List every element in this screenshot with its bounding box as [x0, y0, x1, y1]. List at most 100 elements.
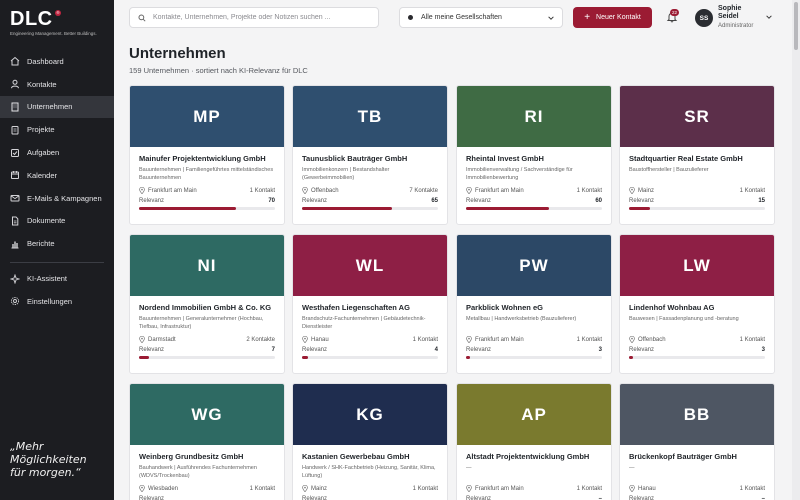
company-name[interactable]: Nordend Immobilien GmbH & Co. KG [139, 303, 275, 312]
company-name[interactable]: Weinberg Grundbesitz GmbH [139, 452, 275, 461]
sidebar-item-kontakte[interactable]: Kontakte [0, 73, 114, 96]
map-pin-icon [629, 336, 635, 343]
company-location: Frankfurt am Main [466, 485, 524, 492]
relevance-row: Relevanz 15 [629, 198, 765, 204]
company-card[interactable]: TB Taunusblick Bauträger GmbH Immobilienko… [292, 85, 448, 225]
contacts-count[interactable]: 1 Kontakt [577, 337, 602, 343]
scrollbar[interactable] [792, 0, 800, 500]
sidebar-item-label: Aufgaben [27, 148, 60, 158]
location-label: Mainz [311, 485, 328, 492]
sidebar-item-label: Projekte [27, 125, 55, 135]
company-card[interactable]: KG Kastanien Gewerbebau GmbH Handwerk / SH… [292, 383, 448, 500]
global-search[interactable] [129, 7, 379, 28]
company-card[interactable]: LW Lindenhof Wohnbau AG Bauwesen | Fassade… [619, 234, 775, 374]
sidebar-item-berichte[interactable]: Berichte [0, 232, 114, 255]
contacts-count[interactable]: 1 Kontakt [577, 188, 602, 194]
card-body: Parkblick Wohnen eG Metallbau | Handwerks… [457, 296, 611, 359]
contacts-count[interactable]: 1 Kontakt [740, 188, 765, 194]
sidebar-item-einstellungen[interactable]: Einstellungen [0, 290, 114, 313]
chevron-down-icon [548, 16, 554, 20]
sidebar-item-projekte[interactable]: Projekte [0, 118, 114, 141]
relevance-label: Relevanz [139, 198, 165, 204]
company-name[interactable]: Stadtquartier Real Estate GmbH [629, 154, 765, 163]
contacts-count[interactable]: 1 Kontakt [250, 486, 275, 492]
user-name[interactable]: Sophie Seidel [718, 5, 741, 21]
company-card[interactable]: WG Weinberg Grundbesitz GmbH Bauhandwerk |… [129, 383, 285, 500]
card-body: Altstadt Projektentwicklung GmbH — Frankfu… [457, 445, 611, 500]
company-card[interactable]: BB Brückenkopf Bauträger GmbH — Hanau 1 Kont… [619, 383, 775, 500]
sidebar-item-emails[interactable]: E-Mails & Kampagnen [0, 187, 114, 210]
avatar[interactable]: SS [695, 9, 713, 27]
sidebar-item-label: Dashboard [27, 56, 64, 66]
relevance-label: Relevanz [139, 496, 165, 500]
relevance-label: Relevanz [302, 496, 328, 500]
relevance-value: 60 [595, 198, 602, 204]
contacts-count[interactable]: 7 Kontakte [409, 188, 438, 194]
company-name[interactable]: Taunusblick Bauträger GmbH [302, 154, 438, 163]
sidebar-item-dokumente[interactable]: Dokumente [0, 210, 114, 233]
contacts-count[interactable]: 1 Kontakt [413, 337, 438, 343]
company-name[interactable]: Parkblick Wohnen eG [466, 303, 602, 312]
quote-line: für morgen.“ [10, 466, 81, 479]
search-input[interactable] [153, 14, 373, 21]
sidebar-item-dashboard[interactable]: Dashboard [0, 50, 114, 73]
sidebar-item-unternehmen[interactable]: Unternehmen [0, 95, 114, 119]
page-subtitle: 159 Unternehmen · sortiert nach KI-Relev… [129, 66, 308, 75]
sidebar-item-kalender[interactable]: Kalender [0, 164, 114, 187]
card-body: Nordend Immobilien GmbH & Co. KG Bauunter… [130, 296, 284, 359]
contacts-count[interactable]: 1 Kontakt [740, 486, 765, 492]
relevance-row: Relevanz – [466, 496, 602, 500]
sidebar-item-ki-assistent[interactable]: KI-Assistent [0, 267, 114, 290]
contacts-count[interactable]: 2 Kontakte [246, 337, 275, 343]
company-name[interactable]: Mainufer Projektentwicklung GmbH [139, 154, 275, 163]
sidebar-item-aufgaben[interactable]: Aufgaben [0, 141, 114, 164]
relevance-row: Relevanz 7 [139, 347, 275, 353]
card-body: Lindenhof Wohnbau AG Bauwesen | Fassadenp… [620, 296, 774, 359]
brand-logo[interactable]: DLC ® Engineering Management. Better Bui… [10, 9, 97, 36]
company-select[interactable]: Alle meine Gesellschaften [399, 7, 563, 28]
quote-line: Möglichkeiten [10, 453, 87, 466]
card-meta: Frankfurt am Main 1 Kontakt [466, 187, 602, 194]
company-name[interactable]: Kastanien Gewerbebau GmbH [302, 452, 438, 461]
company-name[interactable]: Westhafen Liegenschaften AG [302, 303, 438, 312]
company-card[interactable]: RI Rheintal Invest GmbH Immobilienverwaltu… [456, 85, 612, 225]
contacts-count[interactable]: 1 Kontakt [413, 486, 438, 492]
company-banner: BB [620, 384, 774, 445]
location-label: Hanau [638, 485, 656, 492]
location-label: Hanau [311, 336, 329, 343]
company-card[interactable]: WL Westhafen Liegenschaften AG Brandschutz… [292, 234, 448, 374]
contacts-count[interactable]: 1 Kontakt [740, 337, 765, 343]
new-contact-button[interactable]: + Neuer Kontakt [573, 7, 652, 28]
company-select-value: Alle meine Gesellschaften [421, 14, 502, 21]
relevance-value: 7 [271, 347, 275, 353]
card-meta: Darmstadt 2 Kontakte [139, 336, 275, 343]
company-card[interactable]: PW Parkblick Wohnen eG Metallbau | Handwer… [456, 234, 612, 374]
company-name[interactable]: Rheintal Invest GmbH [466, 154, 602, 163]
company-description: — [466, 465, 472, 471]
company-card[interactable]: NI Nordend Immobilien GmbH & Co. KG Bauunt… [129, 234, 285, 374]
relevance-bar-fill [302, 207, 392, 210]
brand-name: DLC [10, 8, 53, 30]
contacts-count[interactable]: 1 Kontakt [577, 486, 602, 492]
relevance-bar-fill [302, 356, 308, 359]
company-name[interactable]: Altstadt Projektentwicklung GmbH [466, 452, 602, 461]
company-card[interactable]: SR Stadtquartier Real Estate GmbH Baustoff… [619, 85, 775, 225]
company-description: Metallbau | Handwerksbetrieb (Bauzuliefe… [466, 316, 577, 322]
relevance-value: 65 [431, 198, 438, 204]
company-card[interactable]: AP Altstadt Projektentwicklung GmbH — Frank… [456, 383, 612, 500]
company-location: Mainz [629, 187, 654, 194]
company-location: Darmstadt [139, 336, 176, 343]
company-name[interactable]: Brückenkopf Bauträger GmbH [629, 452, 765, 461]
relevance-label: Relevanz [302, 347, 328, 353]
relevance-label: Relevanz [302, 198, 328, 204]
card-meta: Frankfurt am Main 1 Kontakt [466, 485, 602, 492]
scrollbar-thumb[interactable] [794, 2, 798, 50]
relevance-label: Relevanz [466, 496, 492, 500]
company-card[interactable]: MP Mainufer Projektentwicklung GmbH Bauunt… [129, 85, 285, 225]
company-name[interactable]: Lindenhof Wohnbau AG [629, 303, 765, 312]
contacts-count[interactable]: 1 Kontakt [250, 188, 275, 194]
relevance-value: 4 [434, 347, 438, 353]
chevron-down-icon[interactable] [765, 13, 773, 21]
card-meta: Mainz 1 Kontakt [629, 187, 765, 194]
sidebar-divider [10, 262, 104, 264]
